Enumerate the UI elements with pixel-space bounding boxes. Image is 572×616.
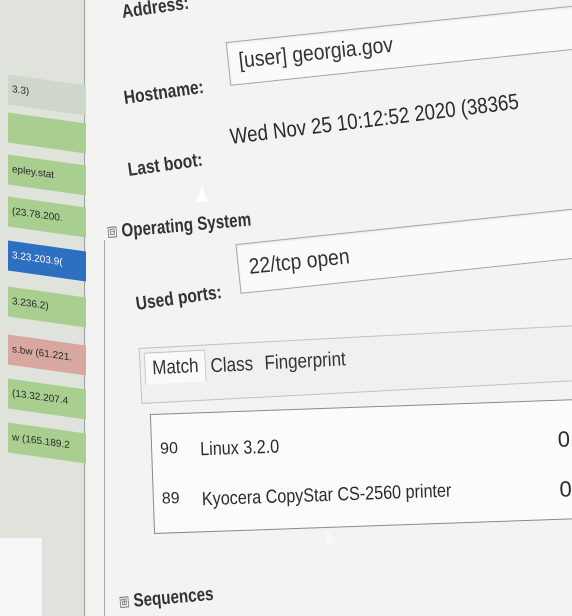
collapse-icon[interactable]: ⊟ [107, 226, 118, 239]
match-accuracy: 89 [161, 490, 180, 508]
host-list-item-selected[interactable]: 3.23.203.9( [8, 240, 86, 282]
expand-icon[interactable]: ⊞ [119, 596, 130, 609]
host-list-item[interactable]: epley.stat [8, 154, 86, 196]
host-list-item[interactable]: 3.3) [8, 74, 86, 116]
match-accuracy: 90 [159, 440, 179, 458]
tree-guide-line [104, 240, 105, 616]
host-list-item[interactable]: s.bw (61.221. [8, 334, 86, 376]
host-list[interactable]: 3.3) epley.stat (23.78.200. 3.23.203.9( … [0, 0, 86, 616]
mouse-pointer-icon [196, 186, 208, 202]
host-list-item[interactable]: w (165.189.2 [8, 422, 86, 464]
host-list-item[interactable]: 3.236.2) [8, 286, 86, 328]
os-match-list[interactable]: 90 Linux 3.2.0 0 89 Kyocera CopyStar CS-… [149, 398, 572, 534]
hostname-value: [user] georgia.gov [237, 31, 395, 73]
corner-panel [0, 538, 43, 616]
host-list-item[interactable]: (23.78.200. [8, 196, 86, 238]
list-item[interactable]: 89 Kyocera CopyStar CS-2560 printer 0 [162, 476, 572, 527]
host-list-item[interactable]: (13.32.207.4 [8, 378, 86, 420]
host-list-item[interactable] [8, 112, 86, 154]
match-os-name: Linux 3.2.0 [199, 436, 280, 461]
tab-class[interactable]: Class [210, 353, 254, 378]
match-line: 0 [559, 476, 572, 502]
tab-fingerprint[interactable]: Fingerprint [264, 348, 346, 375]
list-item[interactable]: 90 Linux 3.2.0 0 [160, 426, 572, 477]
used-ports-value: 22/tcp open [247, 243, 351, 279]
screen-photo: 3.3) epley.stat (23.78.200. 3.23.203.9( … [0, 0, 572, 616]
tab-match[interactable]: Match [143, 349, 207, 385]
match-line: 0 [557, 426, 571, 452]
match-os-name: Kyocera CopyStar CS-2560 printer [201, 480, 452, 511]
